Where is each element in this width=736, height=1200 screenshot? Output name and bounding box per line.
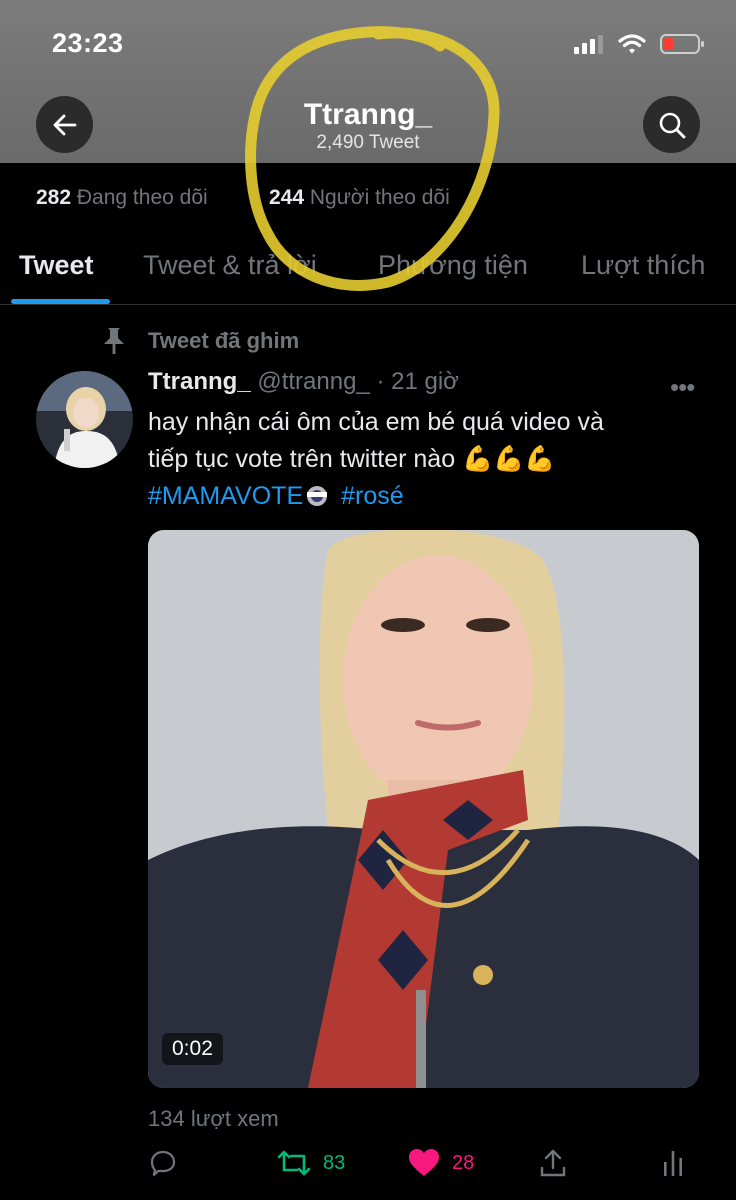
following-count: 282: [36, 186, 72, 209]
share-icon: [540, 1149, 566, 1177]
pinned-indicator: Tweet đã ghim: [100, 326, 299, 356]
followers-count: 244: [269, 186, 305, 209]
video-thumbnail: [148, 530, 699, 1088]
more-icon[interactable]: •••: [670, 372, 695, 403]
tweet-author-handle[interactable]: @ttranng_: [257, 368, 369, 395]
tweet-header: Ttranng_ @ttranng_ · 21 giờ: [148, 368, 459, 396]
avatar-image: [36, 371, 133, 468]
status-icons: [574, 30, 706, 58]
tab-likes[interactable]: Lượt thích: [581, 250, 705, 281]
profile-header: 23:23 Ttranng_ 2,490 Tweet: [0, 0, 736, 163]
signal-icon: [574, 35, 603, 54]
tab-tweets[interactable]: Tweet: [19, 250, 94, 281]
following-label: Đang theo dõi: [76, 186, 208, 209]
pinned-label: Tweet đã ghim: [148, 328, 300, 353]
tweet-text-line: tiếp tục vote trên twitter nào 💪💪💪: [148, 445, 556, 473]
video-duration: 0:02: [162, 1033, 223, 1065]
status-time: 23:23: [52, 28, 124, 58]
mama-badge-icon: [307, 486, 328, 506]
like-button[interactable]: 28: [408, 1148, 474, 1178]
avatar[interactable]: [36, 371, 133, 468]
reply-button[interactable]: [148, 1148, 178, 1178]
followers-link[interactable]: 244 Người theo dõi: [269, 186, 450, 210]
tab-media[interactable]: Phương tiện: [378, 250, 528, 281]
tweet-video[interactable]: [148, 530, 699, 1088]
profile-tabs: Tweet Tweet & trả lời Phương tiện Lượt t…: [0, 240, 736, 305]
pin-icon: [104, 328, 124, 354]
view-count: 134 lượt xem: [148, 1106, 279, 1131]
tweet-text: hay nhận cái ôm của em bé quá video và t…: [148, 404, 708, 515]
like-count: 28: [452, 1151, 475, 1174]
tweet-count: 2,490 Tweet: [316, 132, 420, 153]
share-button[interactable]: [539, 1148, 567, 1178]
tab-tweets-replies[interactable]: Tweet & trả lời: [143, 250, 317, 281]
following-link[interactable]: 282 Đang theo dõi: [36, 186, 208, 210]
retweet-count: 83: [323, 1151, 346, 1174]
tweet-time: · 21 giờ: [376, 368, 459, 395]
retweet-icon: [277, 1150, 311, 1176]
battery-icon: [660, 34, 704, 54]
search-icon: [659, 112, 685, 138]
wifi-icon: [618, 34, 646, 54]
tweet-author-name[interactable]: Ttranng_: [148, 368, 251, 395]
analytics-icon: [664, 1151, 682, 1176]
search-button[interactable]: [643, 96, 700, 153]
heart-icon: [409, 1149, 439, 1176]
hashtag-link[interactable]: #rosé: [341, 482, 404, 510]
hashtag-link[interactable]: #MAMAVOTE: [148, 482, 303, 510]
active-tab-indicator: [11, 299, 110, 304]
profile-name-title: Ttranng_: [303, 98, 433, 131]
retweet-button[interactable]: 83: [277, 1148, 345, 1178]
reply-icon: [150, 1150, 176, 1177]
analytics-button[interactable]: [662, 1148, 684, 1178]
followers-label: Người theo dõi: [309, 186, 450, 209]
tweet-text-line: hay nhận cái ôm của em bé quá video và: [148, 408, 604, 436]
